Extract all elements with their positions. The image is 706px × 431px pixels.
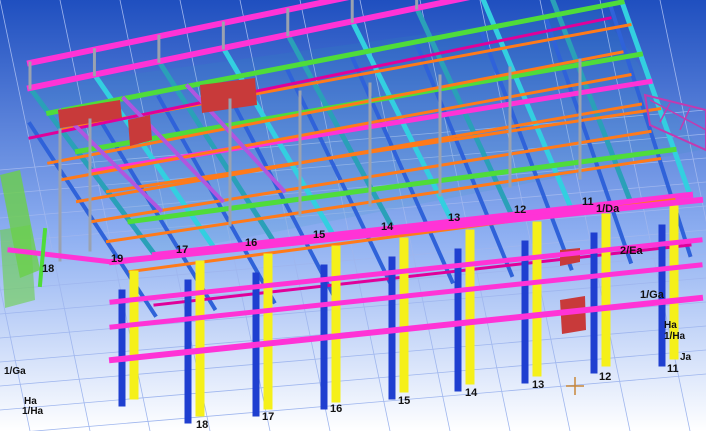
grid-label-back: 2/Ea — [620, 245, 644, 257]
grid-label-back: 16 — [245, 237, 257, 249]
grid-label-back: 15 — [313, 229, 325, 241]
grid-label-back: 13 — [448, 212, 460, 224]
grid-label-front: 18 — [196, 419, 208, 431]
structure-3d-model[interactable]: 19 18 17 16 15 14 13 12 11 1/Da 2/Ea 1/G… — [0, 0, 706, 431]
grid-label-right: Ha — [664, 320, 677, 331]
grid-label-right: Ja — [680, 352, 692, 363]
grid-label-left: 1/Ga — [4, 366, 26, 377]
grid-label-back: 12 — [514, 204, 526, 216]
grid-label-front: 14 — [465, 387, 478, 399]
grid-label-back: 14 — [381, 221, 394, 233]
grid-label-front: 15 — [398, 395, 410, 407]
grid-label-front: 16 — [330, 403, 342, 415]
grid-label-left: 1/Ha — [22, 406, 44, 417]
grid-label-back: 19 — [111, 253, 123, 265]
grid-label-front: 17 — [262, 411, 274, 423]
model-3d-viewport[interactable]: 19 18 17 16 15 14 13 12 11 1/Da 2/Ea 1/G… — [0, 0, 706, 431]
grid-label-back: 1/Da — [596, 203, 620, 215]
grid-label-back: 1/Ga — [640, 289, 665, 301]
grid-label-right: 1/Ha — [664, 331, 686, 342]
grid-label-front: 13 — [532, 379, 544, 391]
grid-label-back: 17 — [176, 244, 188, 256]
grid-label-front: 12 — [599, 371, 611, 383]
grid-label-front: 11 — [667, 363, 679, 375]
grid-label-back: 11 — [582, 196, 594, 208]
grid-label-back: 18 — [42, 263, 54, 275]
